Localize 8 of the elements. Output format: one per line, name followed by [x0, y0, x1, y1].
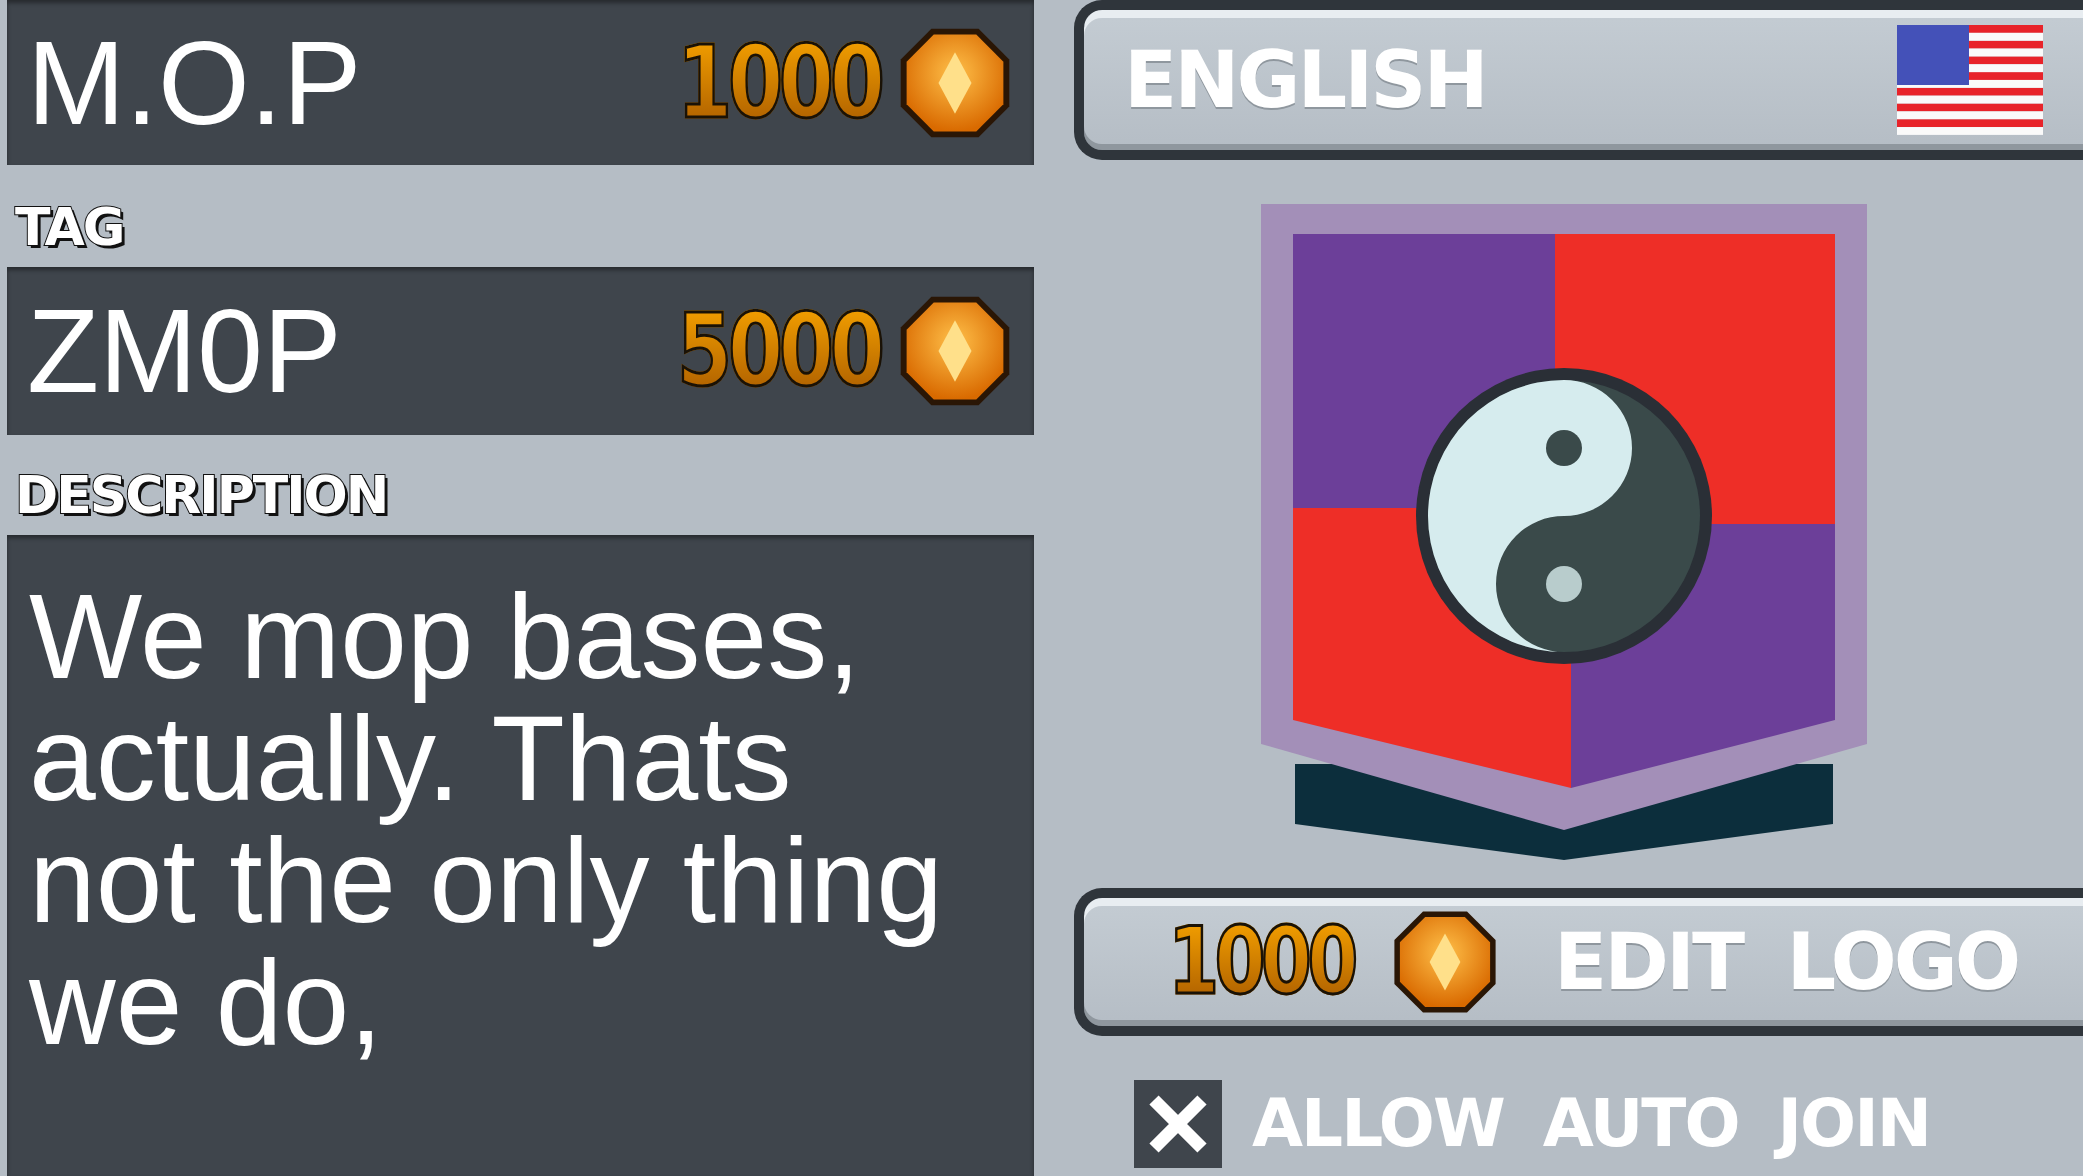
tag-field[interactable]: ZM0P 5000: [7, 267, 1034, 435]
name-field[interactable]: M.O.P 1000: [7, 0, 1034, 165]
auto-join-label: ALLOW AUTO JOIN: [1252, 1091, 1930, 1157]
description-field[interactable]: We mop bases, actually. Thats not the only thing we do,: [7, 535, 1034, 1176]
tag-label: TAG: [15, 201, 124, 253]
flag-icon: [1897, 25, 2043, 135]
auto-join-checkbox[interactable]: [1134, 1080, 1222, 1168]
description-label: DESCRIPTION: [15, 469, 388, 521]
